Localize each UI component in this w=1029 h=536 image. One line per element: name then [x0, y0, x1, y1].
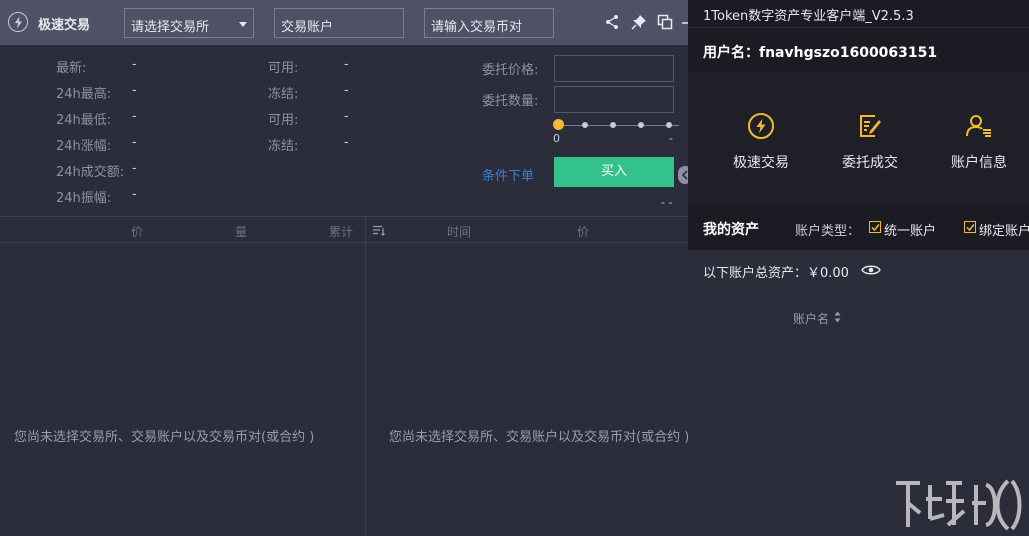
edit-note-icon — [860, 115, 881, 137]
chevron-down-icon — [239, 22, 247, 27]
check-icon — [966, 224, 975, 232]
username: 用户名：fnavhgszo1600063151 — [703, 45, 938, 61]
user-bar: 用户名：fnavhgszo1600063151 — [688, 27, 1029, 72]
pin-icon[interactable] — [631, 14, 647, 30]
col-header-time[interactable]: 时间 — [447, 223, 471, 240]
balance-value-available-2: - — [344, 109, 349, 124]
sort-icon[interactable] — [834, 311, 841, 323]
trades-empty-message: 您尚未选择交易所、交易账户以及交易币对(或合约 ) — [389, 430, 688, 445]
amount-input[interactable] — [554, 86, 674, 113]
filter-list-icon[interactable] — [373, 225, 385, 236]
coin-pair-placeholder: 请输入交易币对 — [431, 20, 523, 35]
amount-label: 委托数量: — [482, 94, 539, 109]
col-header-account-name[interactable]: 账户名 — [793, 310, 829, 327]
action-orders[interactable]: 委托成交 — [815, 72, 925, 205]
app-window: 极速交易 请选择交易所 交易账户 请输入交易币对 最新: - 24h最高: - … — [0, 0, 1029, 536]
divider — [365, 217, 366, 536]
watermark-logo — [896, 479, 1022, 531]
stat-value-24h-volume: - — [132, 161, 137, 176]
action-quick-trade[interactable]: 极速交易 — [706, 72, 816, 205]
quick-trade-panel: 极速交易 请选择交易所 交易账户 请输入交易币对 最新: - 24h最高: - … — [0, 0, 692, 536]
checkbox-label[interactable]: 绑定账户 — [979, 220, 1029, 239]
slider-step[interactable] — [610, 122, 616, 128]
total-assets-row: 以下账户总资产：￥0.00 — [688, 250, 1029, 290]
account-panel: 1Token数字资产专业客户端_V2.5.3 用户名：fnavhgszo1600… — [688, 0, 1029, 536]
trade-account-placeholder: 交易账户 — [281, 20, 334, 35]
orderbook-empty-message: 您尚未选择交易所、交易账户以及交易币对(或合约 ) — [14, 430, 315, 445]
stat-value-24h-high: - — [132, 83, 137, 98]
exchange-select-value: 请选择交易所 — [131, 20, 210, 35]
action-label: 账户信息 — [951, 155, 1007, 171]
balance-value-available: - — [344, 57, 349, 72]
col-header-cumulative[interactable]: 累计 — [329, 223, 353, 240]
price-label: 委托价格: — [482, 63, 539, 78]
assets-title: 我的资产 — [703, 222, 759, 238]
action-account-info[interactable]: 账户信息 — [924, 72, 1029, 205]
stat-value-24h-change: - — [132, 135, 137, 150]
exchange-select[interactable]: 请选择交易所 — [124, 8, 254, 38]
app-title-bar: 1Token数字资产专业客户端_V2.5.3 — [688, 0, 1029, 27]
assets-header: 我的资产 账户类型： 统一账户 绑定账户 — [688, 205, 1029, 250]
balance-label-frozen: 冻结: — [268, 87, 299, 102]
stat-label-24h-amplitude: 24h振幅: — [56, 191, 112, 206]
conditional-order-link[interactable]: 条件下单 — [482, 165, 534, 184]
coin-pair-input[interactable]: 请输入交易币对 — [424, 8, 554, 38]
share-icon[interactable] — [604, 14, 620, 30]
slider-step[interactable] — [582, 122, 588, 128]
eye-icon[interactable] — [861, 264, 881, 276]
balance-value-frozen-2: - — [344, 135, 349, 150]
account-type-label: 账户类型： — [795, 224, 861, 239]
minimize-icon[interactable] — [680, 14, 688, 30]
app-title: 1Token数字资产专业客户端_V2.5.3 — [703, 9, 914, 24]
slider-end-mark: - — [669, 132, 673, 145]
stat-value-24h-amplitude: - — [132, 187, 137, 202]
trade-toolbar: 极速交易 请选择交易所 交易账户 请输入交易币对 — [0, 0, 688, 45]
duplicate-window-icon[interactable] — [657, 14, 673, 30]
dash-placeholder: - - — [661, 196, 673, 209]
stat-label-latest: 最新: — [56, 61, 87, 76]
divider — [0, 242, 688, 243]
slider-start-label: 0 — [553, 132, 560, 145]
stat-value-24h-low: - — [132, 109, 137, 124]
slider-step[interactable] — [638, 122, 644, 128]
stat-label-24h-low: 24h最低: — [56, 113, 112, 128]
total-assets: 以下账户总资产：￥0.00 — [703, 266, 849, 281]
bolt-icon — [748, 113, 774, 139]
col-header-quantity[interactable]: 量 — [235, 223, 247, 240]
trade-title: 极速交易 — [38, 18, 91, 33]
checkbox-unified-account[interactable] — [869, 221, 881, 233]
balance-label-available-2: 可用: — [268, 113, 299, 128]
slider-step[interactable] — [666, 122, 672, 128]
col-header-price[interactable]: 价 — [131, 223, 143, 240]
user-list-icon — [966, 115, 991, 137]
action-label: 极速交易 — [733, 155, 789, 171]
trade-account-input[interactable]: 交易账户 — [274, 8, 404, 38]
quick-actions: 极速交易 委托成交 账户信息 — [688, 72, 1029, 205]
divider — [0, 216, 688, 217]
amount-slider-handle[interactable] — [553, 119, 564, 130]
balance-label-available: 可用: — [268, 61, 299, 76]
balance-value-frozen: - — [344, 83, 349, 98]
check-icon — [871, 224, 880, 232]
balance-label-frozen-2: 冻结: — [268, 139, 299, 154]
col-header-price[interactable]: 价 — [577, 223, 589, 240]
stat-label-24h-change: 24h涨幅: — [56, 139, 112, 154]
price-input[interactable] — [554, 55, 674, 82]
buy-button[interactable]: 买入 — [554, 157, 674, 187]
checkbox-label[interactable]: 统一账户 — [884, 220, 936, 239]
stat-label-24h-volume: 24h成交额: — [56, 165, 125, 180]
stat-value-latest: - — [132, 57, 137, 72]
action-label: 委托成交 — [842, 155, 898, 171]
stat-label-24h-high: 24h最高: — [56, 87, 112, 102]
bolt-icon — [8, 12, 28, 32]
checkbox-bound-account[interactable] — [964, 221, 976, 233]
amount-slider-track[interactable] — [559, 125, 679, 126]
